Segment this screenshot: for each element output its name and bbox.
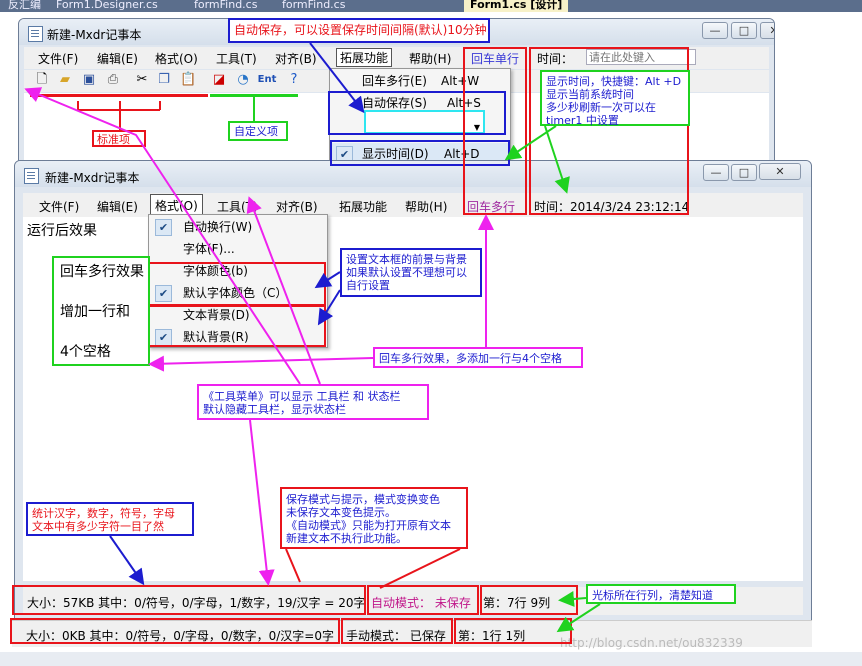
arrow-cursor-2 bbox=[556, 603, 601, 633]
arrow-stats bbox=[109, 535, 145, 586]
arrow-toolmenu-tools bbox=[246, 196, 321, 385]
arrow-cursor-1 bbox=[558, 591, 587, 607]
arrow-colors-font bbox=[314, 271, 341, 289]
annotation-arrows bbox=[24, 42, 601, 633]
arrow-savemode-2 bbox=[379, 548, 461, 589]
arrow-toolmenu-status bbox=[249, 419, 275, 586]
arrow-showtime-menu bbox=[504, 125, 557, 161]
arrow-showtime-display bbox=[544, 125, 570, 194]
arrow-toolmenu-toolbar bbox=[24, 87, 301, 385]
arrow-autosave bbox=[309, 42, 365, 114]
arrow-savemode-1 bbox=[285, 548, 301, 583]
arrow-colors-bg bbox=[317, 289, 341, 326]
arrow-multiline-effect bbox=[148, 355, 374, 372]
